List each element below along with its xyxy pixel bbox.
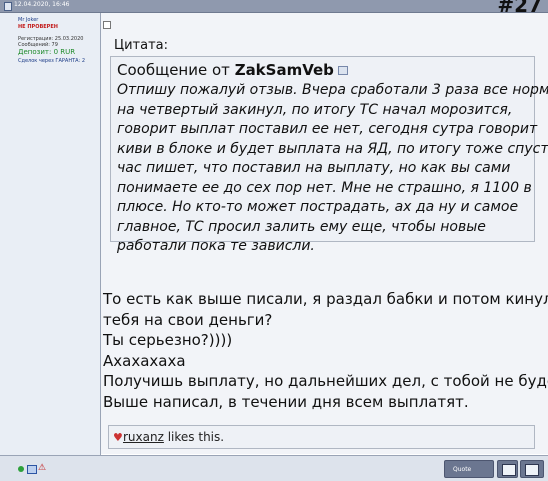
quote-line: главное, ТС просил залить ему еще, чтобы… [117,218,486,235]
deposit-amount: Депозит: 0 RUR [18,48,76,56]
message-line: Получишь выплату, но дальнейших дел, с т… [103,372,548,390]
message-line: То есть как выше писали, я раздал бабки … [103,290,548,308]
liker-link[interactable]: ruxanz [123,430,164,444]
quote-line: киви в блоке и будет выплата на ЯД, по и… [117,140,548,157]
likes-suffix: likes this. [163,430,225,444]
private-message-icon[interactable] [27,465,37,474]
likes-box: ♥ ruxanz likes this. [108,425,535,449]
post-header-bar: 12.04.2020, 16:46 #27 [0,0,548,16]
quote-line: Отпишу пожалуй отзыв. Вчера сработали 3 … [117,82,548,98]
view-post-icon[interactable] [337,66,348,75]
post-footer: ⚠ Quote [0,455,548,481]
message-line: тебя на свои деньги? [103,310,273,329]
quote-block: Сообщение от ZakSamVeb Отпишу пожалуй от… [110,56,548,254]
quote-line: работали пока те зависли. [117,238,315,254]
multiquote-button[interactable] [497,460,518,478]
post-date: 12.04.2020, 16:46 [14,1,70,8]
post-message: То есть как выше писали, я раздал бабки … [103,289,548,412]
heart-icon: ♥ [113,431,123,444]
quote-line: на четвертый закинул, по итогу ТС начал … [117,101,513,118]
report-icon[interactable]: ⚠ [38,463,46,473]
quote-line: понимаете ее до сех пор нет. Мне не стра… [117,179,532,196]
message-line: Выше написал, в течении дня всем выплатя… [103,392,469,411]
likes-text: ruxanz likes this. [123,430,224,444]
quote-button[interactable]: Quote [444,460,494,478]
quote-line: говорит выплат поставил ее нет, сегодня … [117,121,538,137]
username-link[interactable]: Mr Joker [18,17,38,23]
quote-button-label: Quote [453,466,472,473]
message-line: Ахахахаха [103,351,186,370]
post-content: Цитата: Сообщение от ZakSamVeb Отпишу по… [101,13,548,454]
quote-line: час пишет, что поставил на выплату, но к… [117,160,511,176]
user-status: НЕ ПРОВЕРЕН [18,24,58,30]
quote-label: Цитата: [114,38,168,53]
quick-reply-button[interactable] [520,460,544,478]
multiquote-icon [502,464,516,476]
quote-author[interactable]: ZakSamVeb [235,61,334,79]
quote-author-prefix: Сообщение от [117,61,230,79]
guarantor-deals-link[interactable]: Сделок через ГАРАНТА: 2 [18,58,85,64]
post-icon [103,21,111,29]
quote-line: плюсе. Но кто-то может пострадать, ах да… [117,199,519,215]
quote-text: Отпишу пожалуй отзыв. Вчера сработали 3 … [117,81,548,257]
document-icon [4,2,12,11]
message-line: Ты серьезно?)))) [103,331,233,349]
quick-reply-icon [525,464,539,476]
quote-author-line: Сообщение от ZakSamVeb [117,61,348,79]
user-info-sidebar: Mr Joker НЕ ПРОВЕРЕН Регистрация: 25.03.… [0,13,101,480]
online-status-icon [18,466,24,472]
